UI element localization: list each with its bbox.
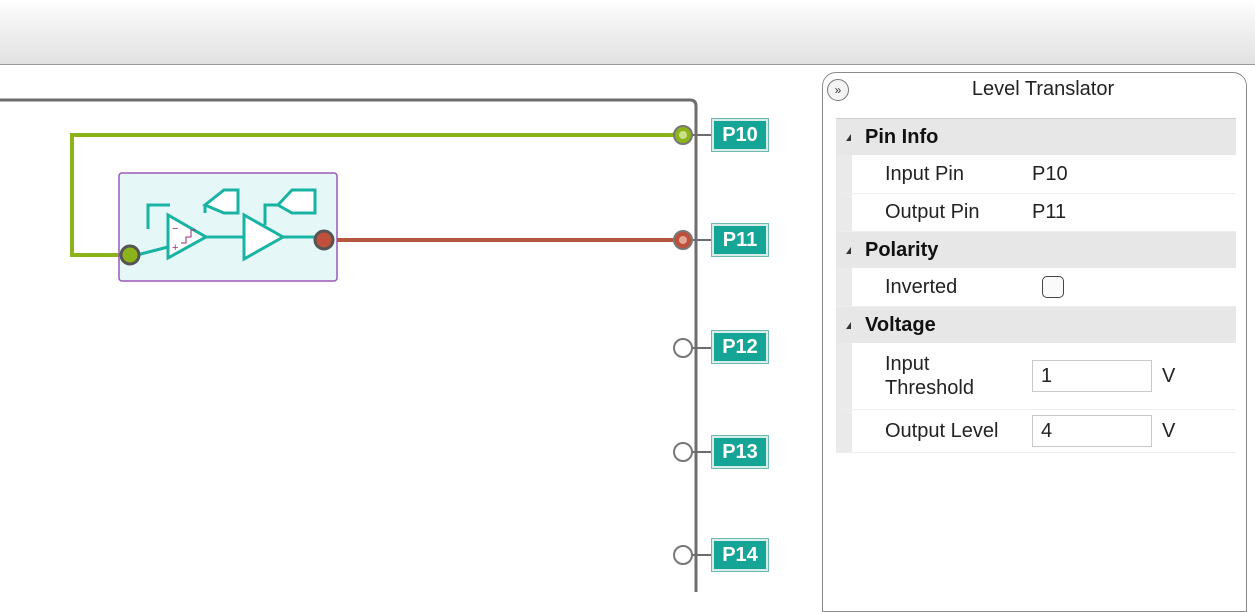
toolbar <box>0 0 1255 65</box>
pin-label-p13[interactable]: P13 <box>712 436 768 468</box>
category-label: Voltage <box>865 313 936 336</box>
category-voltage[interactable]: Voltage <box>836 307 1236 343</box>
collapse-triangle-icon[interactable] <box>846 133 851 141</box>
schematic-canvas[interactable]: − + P10 P11 P12 P13 P14 <box>0 65 808 592</box>
collapse-triangle-icon[interactable] <box>846 246 851 254</box>
property-grid: Pin Info Input Pin P10 Output Pin P11 Po… <box>836 118 1236 453</box>
pin-p10-terminal-core <box>679 131 687 139</box>
property-row-input-pin: Input Pin P10 <box>836 155 1236 194</box>
property-name: Output Level <box>885 419 999 442</box>
property-name: Input Threshold <box>885 353 974 399</box>
svg-text:−: − <box>172 223 178 235</box>
component-input-terminal[interactable] <box>119 244 141 266</box>
pin-p11-terminal-core <box>679 236 687 244</box>
unit-label: V <box>1162 419 1176 442</box>
pin-label-p14[interactable]: P14 <box>712 539 768 571</box>
category-polarity[interactable]: Polarity <box>836 232 1236 268</box>
pin-label-p10[interactable]: P10 <box>712 119 768 151</box>
unit-label: V <box>1162 364 1176 387</box>
output-pin-value: P11 <box>1032 201 1067 223</box>
device-boundary <box>0 98 698 592</box>
collapse-triangle-icon[interactable] <box>846 321 851 329</box>
property-name: Input Pin <box>885 162 964 185</box>
property-name: Output Pin <box>885 201 980 223</box>
row-gutter <box>836 194 852 231</box>
input-threshold-field[interactable] <box>1032 360 1152 392</box>
property-row-input-threshold: Input Threshold V <box>836 343 1236 410</box>
output-level-field[interactable] <box>1032 415 1152 447</box>
row-gutter <box>836 343 852 409</box>
level-translator-component[interactable]: − + <box>118 172 338 282</box>
pin-p13-terminal[interactable] <box>673 442 693 462</box>
row-gutter <box>836 410 852 452</box>
schematic-svg: − + <box>0 98 712 592</box>
pin-p14-terminal[interactable] <box>673 545 693 565</box>
input-pin-value: P10 <box>1032 162 1068 185</box>
properties-panel: » Level Translator Pin Info Input Pin P1… <box>822 72 1247 612</box>
property-row-inverted: Inverted <box>836 268 1236 307</box>
panel-title: Level Translator <box>971 78 1115 100</box>
property-row-output-pin: Output Pin P11 <box>836 194 1236 232</box>
category-label: Pin Info <box>865 125 939 148</box>
row-gutter <box>836 155 852 193</box>
component-output-terminal[interactable] <box>313 229 335 251</box>
inverted-checkbox[interactable] <box>1042 276 1064 298</box>
category-pin-info[interactable]: Pin Info <box>836 119 1236 155</box>
double-chevron-right-icon[interactable]: » <box>827 79 849 101</box>
property-name: Inverted <box>885 275 958 298</box>
pin-label-p12[interactable]: P12 <box>712 331 768 363</box>
pin-label-p11[interactable]: P11 <box>712 224 768 256</box>
property-row-output-level: Output Level V <box>836 410 1236 453</box>
row-gutter <box>836 268 852 306</box>
pin-p12-terminal[interactable] <box>673 338 693 358</box>
category-label: Polarity <box>865 238 939 261</box>
svg-text:+: + <box>172 242 178 254</box>
